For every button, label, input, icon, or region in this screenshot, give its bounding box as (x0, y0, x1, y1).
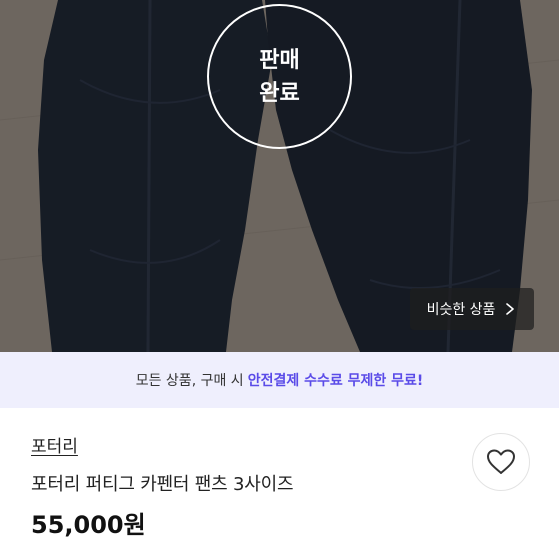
product-price: 55,000원 (31, 511, 146, 539)
heart-icon (487, 449, 515, 474)
similar-products-label: 비슷한 상품 (426, 302, 496, 318)
sold-badge-line2: 완료 (259, 80, 300, 106)
promo-highlight: 안전결제 수수료 무제한 무료! (247, 373, 424, 389)
wishlist-button[interactable] (472, 433, 530, 491)
promo-text: 모든 상품, 구매 시 (135, 373, 244, 389)
similar-products-button[interactable]: 비슷한 상품 (410, 288, 534, 330)
product-photo[interactable]: 판매 완료 비슷한 상품 (0, 0, 559, 352)
product-title: 포터리 퍼티그 카펜터 팬츠 3사이즈 (31, 474, 294, 495)
brand-link[interactable]: 포터리 (31, 432, 78, 457)
chevron-right-icon (506, 303, 515, 315)
safe-payment-promo-banner[interactable]: 모든 상품, 구매 시 안전결제 수수료 무제한 무료! (0, 352, 559, 408)
sold-out-badge: 판매 완료 (207, 4, 352, 149)
sold-badge-line1: 판매 (259, 47, 300, 73)
